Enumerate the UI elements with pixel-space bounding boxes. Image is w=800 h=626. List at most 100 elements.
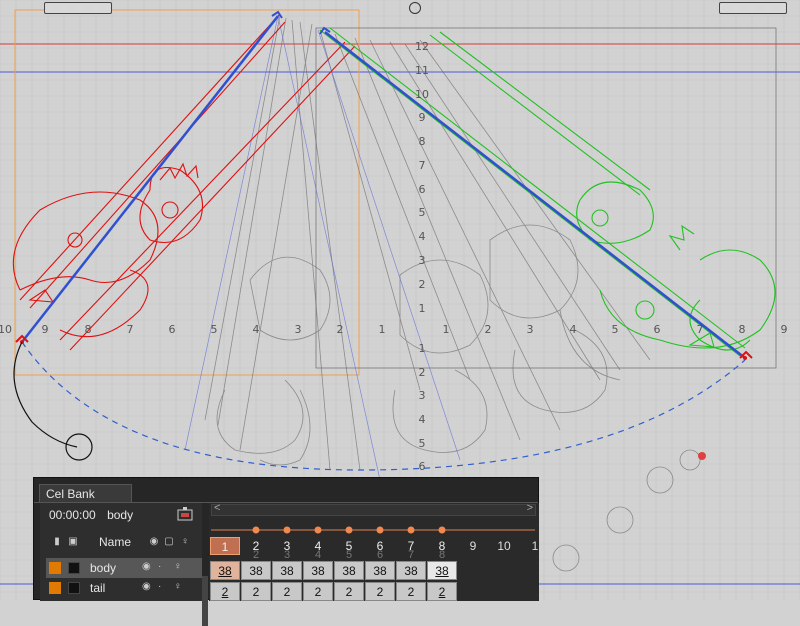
ghost-frame-number: 3 [283,549,291,561]
axis-tick-label: 5 [612,323,619,336]
keyframe-dot [376,526,384,534]
pivot-circle-handle [65,433,93,461]
red-marker-dot [698,452,706,460]
layer-scrollbar[interactable] [202,576,208,626]
visibility-toggle-icon[interactable]: ◉ [142,561,151,572]
axis-tick-label: 1 [379,323,386,336]
body-cel-cell[interactable]: 38 [272,561,302,580]
left-window-handle[interactable] [44,2,112,14]
ghost-frame-number: 4 [314,549,322,561]
right-window-handle[interactable] [719,2,787,14]
axis-tick-label: 8 [739,323,746,336]
timeline-pane: < > 1 2 3 4 5 6 7 8 9 10 1 2 3 4 5 6 7 8 38 38 38 38 38 38 38 38… [209,502,539,601]
axis-tick-label: 6 [419,183,426,196]
body-cel-cell[interactable]: 38 [365,561,395,580]
tail-cel-cell[interactable]: 2 [241,582,271,601]
clip-icon[interactable]: ▮ [52,536,62,547]
lock-icon[interactable]: ▢ [164,536,174,547]
layer-name-body: body [90,561,117,575]
body-cel-cell[interactable]: 38 [396,561,426,580]
axis-tick-label: 7 [127,323,134,336]
axis-tick-label: 10 [415,88,429,101]
keyframe-dot [407,526,415,534]
axis-tick-label: 12 [415,40,429,53]
keyframe-dot [345,526,353,534]
body-cel-cell[interactable]: 38 [334,561,364,580]
top-pivot-ring[interactable] [409,2,421,14]
name-column-header[interactable]: Name [99,535,131,549]
cel-bank-tab[interactable]: Cel Bank [39,484,132,502]
green-pivot-handle [743,356,747,360]
axis-tick-label: 1 [419,302,426,315]
layer-row-body[interactable]: body ◉ · ♀ [46,558,202,578]
frame-number-cell[interactable]: 9 [458,537,488,555]
keyframe-dot [283,526,291,534]
axis-tick-label: 8 [419,135,426,148]
body-cel-cell[interactable]: 38 [303,561,333,580]
axis-tick-label: 10 [0,323,12,336]
scroll-right-icon[interactable]: > [527,502,533,514]
axis-tick-label: 6 [419,460,426,473]
ghost-frame-number: 5 [345,549,353,561]
timeline-scrollbar[interactable]: < > [211,502,536,516]
layer-row-tail[interactable]: tail ◉ · ♀ [46,578,202,598]
layer-name-tail: tail [90,581,106,595]
eye-icon[interactable]: ◉ [149,536,159,547]
body-cel-cell[interactable]: 38 [427,561,457,580]
axis-tick-label: 3 [419,254,426,267]
tail-cel-cell[interactable]: 2 [303,582,333,601]
ghost-frame-number: 6 [376,549,384,561]
keyframe-dot [314,526,322,534]
layer-header-row: ▮ ▣ Name ◉ ▢ ♀ [40,533,202,551]
tail-cel-cell[interactable]: 2 [210,582,240,601]
ghost-frame-number: 7 [407,549,415,561]
axis-tick-label: 1 [419,342,426,355]
dot-icon: · [158,561,162,572]
axis-tick-label: 2 [419,278,426,291]
red-bone-blue [21,15,279,343]
scroll-left-icon[interactable]: < [214,502,220,514]
render-frame-icon[interactable] [177,507,193,521]
keyframe-dot [252,526,260,534]
axis-tick-label: 6 [654,323,661,336]
axis-tick-label: 7 [697,323,704,336]
timecode-value: 00:00:00 [49,508,96,522]
layer-list-pane: 00:00:00 body ▮ ▣ Name ◉ ▢ ♀ body ◉ · ♀ [40,503,208,626]
ghost-frame-number: 2 [252,549,260,561]
axis-tick-label: 5 [419,206,426,219]
tail-cel-cell[interactable]: 2 [272,582,302,601]
axis-tick-label: 9 [781,323,788,336]
body-cel-cell[interactable]: 38 [241,561,271,580]
frame-number-cell[interactable]: 1 [210,537,240,555]
axis-tick-label: 2 [337,323,344,336]
axis-tick-label: 1 [443,323,450,336]
frame-number-cell[interactable]: 10 [489,537,519,555]
tail-cel-cell[interactable]: 2 [334,582,364,601]
stack-icon[interactable]: ▣ [68,536,78,547]
tail-cel-cell[interactable]: 2 [396,582,426,601]
axis-tick-label: 5 [211,323,218,336]
axis-tick-label: 4 [419,230,426,243]
axis-tick-label: 11 [415,64,429,77]
current-layer-name: body [107,508,134,522]
axis-tick-label: 4 [253,323,260,336]
tail-cel-cell[interactable]: 2 [427,582,457,601]
axis-tick-label: 3 [419,389,426,402]
tail-cel-cell[interactable]: 2 [365,582,395,601]
frame-number-cell[interactable]: 1 [520,537,550,555]
body-cel-cell[interactable]: 38 [210,561,240,580]
layer-thumbnail [68,582,80,594]
cel-bank-panel: Cel Bank 00:00:00 body ▮ ▣ Name ◉ ▢ ♀ bo… [33,477,539,626]
visibility-toggle-icon[interactable]: ◉ [142,581,151,592]
bulb-toggle-icon[interactable]: ♀ [174,561,182,572]
axis-tick-label: 4 [570,323,577,336]
ghost-frame-number: 8 [438,549,446,561]
motion-path [21,341,746,471]
dot-icon: · [158,581,162,592]
bulb-icon[interactable]: ♀ [180,536,190,547]
bulb-toggle-icon[interactable]: ♀ [174,581,182,592]
axis-tick-label: 4 [419,413,426,426]
layer-color-swatch[interactable] [49,582,61,594]
axis-tick-label: 3 [527,323,534,336]
layer-color-swatch[interactable] [49,562,61,574]
